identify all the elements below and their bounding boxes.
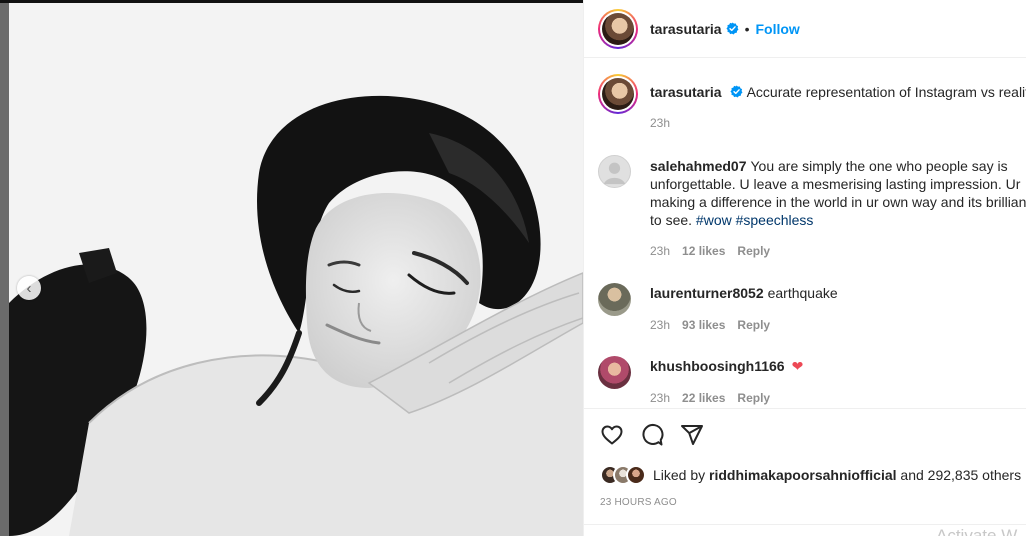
comment-time[interactable]: 23h (650, 244, 670, 258)
comment-text-line: You are simply the one who people say is (750, 158, 1008, 174)
separator-dot: • (744, 20, 750, 37)
liker-avatar[interactable] (626, 465, 646, 485)
divider (584, 524, 1026, 525)
share-icon[interactable] (680, 423, 704, 447)
likes-summary: Liked by riddhimakapoorsahniofficial and… (600, 465, 1021, 485)
chevron-left-icon: ‹ (26, 279, 32, 297)
likes-count[interactable]: and 292,835 others (900, 467, 1021, 483)
commenter-avatar[interactable] (598, 155, 631, 188)
portrait-illustration (9, 3, 583, 536)
caption-text: Accurate representation of Instagram vs … (746, 84, 1026, 100)
post-actions: Liked by riddhimakapoorsahniofficial and… (584, 408, 1026, 536)
comment-text-line: unforgettable. U leave a mesmerising las… (650, 176, 1021, 192)
post-timestamp[interactable]: 23 HOURS AGO (600, 497, 677, 508)
previous-photo-button[interactable]: ‹ (17, 276, 41, 300)
commenter-avatar[interactable] (598, 356, 631, 389)
comment-time[interactable]: 23h (650, 391, 670, 405)
comments-list[interactable]: tarasutaria Accurate representation of In… (584, 59, 1026, 408)
caption-avatar[interactable] (598, 74, 638, 114)
commenter-username[interactable]: laurenturner8052 (650, 285, 764, 301)
post-image[interactable] (9, 3, 583, 536)
post-header: tarasutaria • Follow (584, 0, 1026, 58)
commenter-username[interactable]: salehahmed07 (650, 158, 747, 174)
commenter-username[interactable]: khushboosingh1166 (650, 358, 785, 374)
reply-button[interactable]: Reply (737, 391, 770, 405)
comment-text-line: to see. (650, 212, 693, 228)
comment-likes[interactable]: 12 likes (682, 244, 725, 258)
author-avatar[interactable] (598, 8, 638, 49)
reply-button[interactable]: Reply (737, 244, 770, 258)
verified-badge-icon (726, 22, 739, 35)
heart-icon[interactable] (600, 423, 624, 447)
background-strip (0, 0, 9, 536)
caption-username[interactable]: tarasutaria (650, 84, 722, 100)
hashtag-link[interactable]: #speechless (736, 212, 814, 228)
follow-button[interactable]: Follow (756, 21, 800, 37)
comment-time[interactable]: 23h (650, 318, 670, 332)
comment-text-line: making a difference in the world in ur o… (650, 194, 1026, 210)
liked-by-user[interactable]: riddhimakapoorsahniofficial (709, 467, 896, 483)
author-username[interactable]: tarasutaria (650, 21, 722, 37)
hashtag-link[interactable]: #wow (696, 212, 732, 228)
liked-by-prefix: Liked by (653, 467, 706, 483)
post-side-panel: tarasutaria • Follow tarasutaria Accurate… (583, 0, 1026, 536)
verified-badge-icon (730, 85, 743, 98)
comment-likes[interactable]: 22 likes (682, 391, 725, 405)
caption-time[interactable]: 23h (650, 116, 670, 130)
reply-button[interactable]: Reply (737, 318, 770, 332)
comment-text: earthquake (767, 285, 838, 301)
comment-icon[interactable] (640, 423, 664, 447)
heart-emoji: ❤ (791, 358, 804, 374)
commenter-avatar[interactable] (598, 283, 631, 316)
comment-likes[interactable]: 93 likes (682, 318, 725, 332)
os-activation-watermark: Activate W (936, 526, 1018, 536)
